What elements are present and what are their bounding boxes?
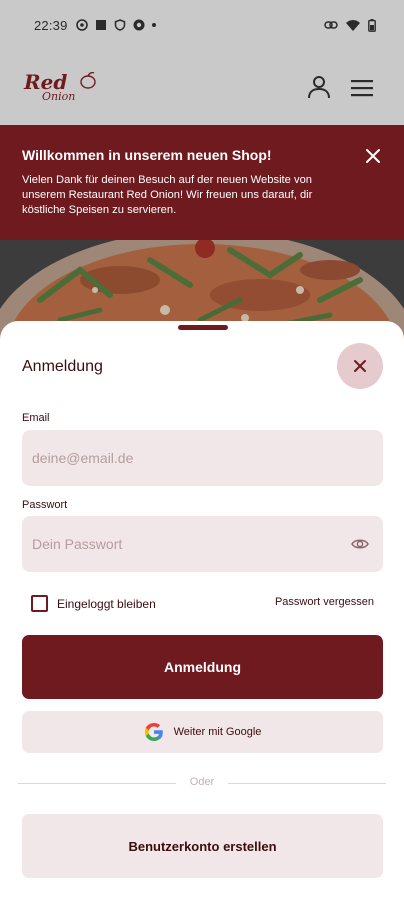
google-icon — [144, 723, 163, 741]
user-icon[interactable] — [306, 74, 332, 100]
status-time: 22:39 — [34, 17, 68, 33]
menu-icon[interactable] — [350, 78, 374, 98]
login-sheet: Anmeldung Email Passwort Eingeloggt blei… — [0, 321, 404, 900]
link-icon — [324, 21, 338, 29]
eye-icon[interactable] — [351, 536, 369, 552]
remember-label: Eingeloggt bleiben — [57, 597, 156, 611]
sync-icon — [133, 19, 145, 31]
logo-text-bottom: Onion — [42, 90, 76, 103]
or-divider: Oder — [18, 776, 386, 788]
close-button[interactable] — [337, 343, 383, 389]
email-label: Email — [22, 412, 50, 424]
login-title: Anmeldung — [22, 358, 103, 375]
notification-icon — [75, 19, 88, 31]
status-bar: 22:39 — [0, 0, 404, 50]
shield-icon — [114, 19, 125, 31]
square-icon — [95, 20, 106, 30]
email-field-wrapper — [22, 430, 383, 486]
battery-icon — [368, 18, 376, 32]
banner-text: Vielen Dank für deinen Besuch auf der ne… — [22, 174, 313, 216]
logo[interactable]: Red Onion — [24, 70, 104, 106]
password-field-wrapper — [22, 516, 383, 572]
remember-checkbox[interactable] — [31, 595, 48, 612]
banner-close-icon[interactable] — [364, 147, 382, 165]
onion-logo-icon — [80, 72, 96, 89]
more-dot-icon — [151, 23, 156, 27]
divider-line-right — [228, 783, 386, 784]
close-icon — [354, 360, 366, 372]
create-account-button[interactable]: Benutzerkonto erstellen — [22, 814, 383, 878]
status-notification-icons — [75, 19, 156, 31]
welcome-banner: Willkommen in unserem neuen Shop! Vielen… — [0, 125, 404, 240]
google-button-label: Weiter mit Google — [173, 726, 262, 738]
status-system-icons — [324, 18, 376, 32]
email-field[interactable] — [22, 430, 383, 486]
or-label: Oder — [189, 776, 215, 788]
drag-handle[interactable] — [178, 325, 228, 330]
password-field[interactable] — [22, 516, 383, 572]
app-header: Red Onion — [0, 50, 404, 125]
banner-title: Willkommen in unserem neuen Shop! — [22, 147, 272, 163]
login-button[interactable]: Anmeldung — [22, 635, 383, 699]
google-login-button[interactable]: Weiter mit Google — [22, 711, 383, 753]
password-label: Passwort — [22, 499, 68, 511]
forgot-password-link[interactable]: Passwort vergessen — [275, 596, 374, 608]
wifi-icon — [346, 19, 360, 31]
